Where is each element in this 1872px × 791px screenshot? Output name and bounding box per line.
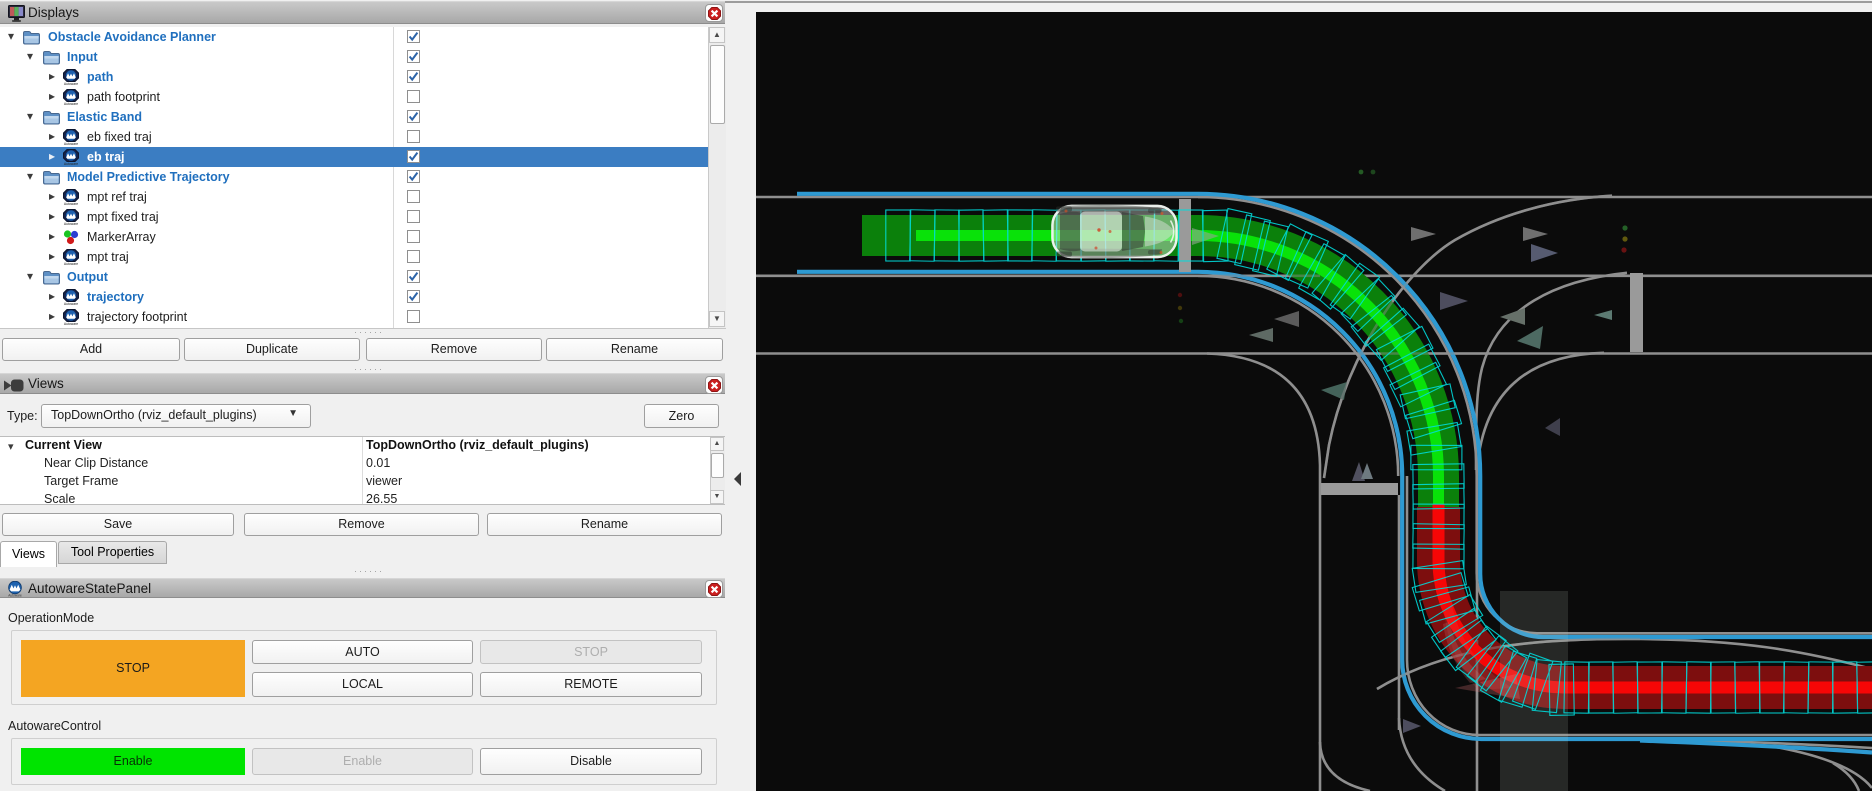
svg-text:Autoware: Autoware <box>64 322 78 326</box>
svg-text:Autoware: Autoware <box>8 594 22 598</box>
svg-text:Autoware: Autoware <box>64 262 78 266</box>
svg-text:Autoware: Autoware <box>64 82 78 86</box>
svg-text:Autoware: Autoware <box>64 162 78 166</box>
svg-text:Autoware: Autoware <box>64 142 78 146</box>
svg-text:Autoware: Autoware <box>64 102 78 106</box>
svg-text:Autoware: Autoware <box>64 202 78 206</box>
svg-text:Autoware: Autoware <box>64 302 78 306</box>
svg-text:Autoware: Autoware <box>64 222 78 226</box>
